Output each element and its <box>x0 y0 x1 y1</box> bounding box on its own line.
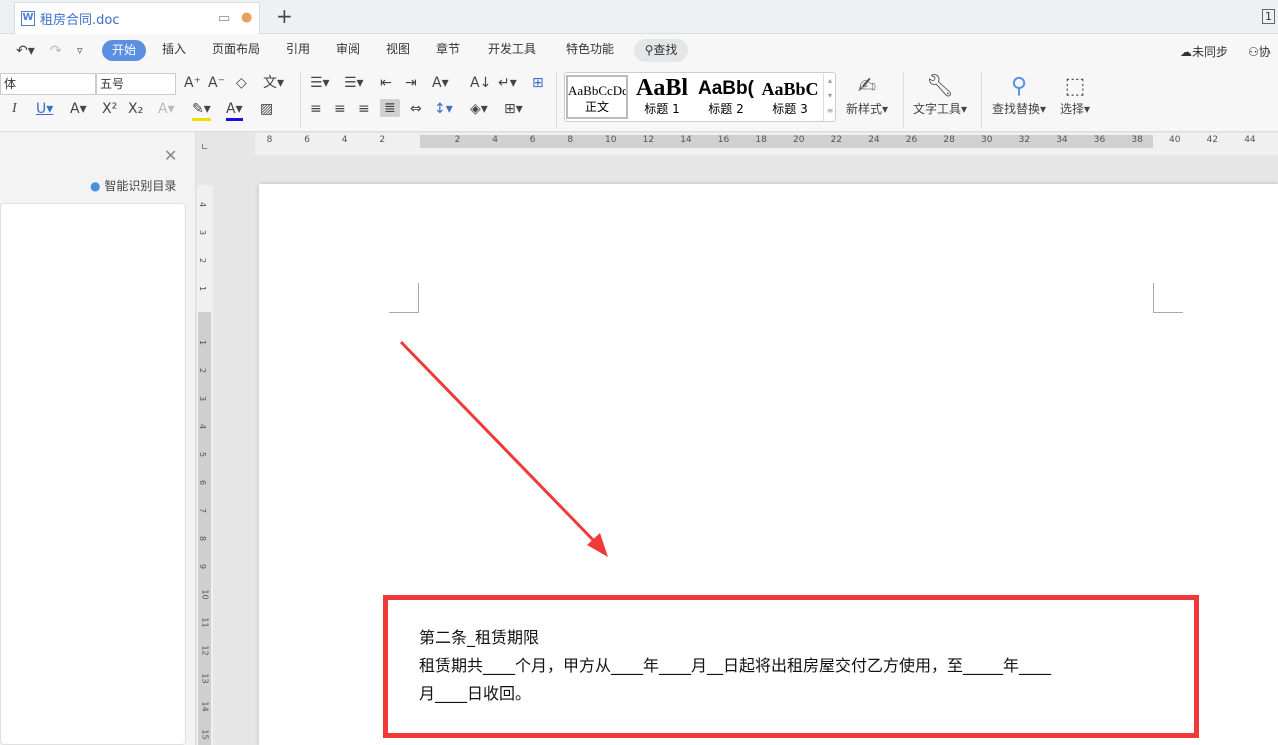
section-heading: 第二条_租赁期限 <box>419 628 540 647</box>
paragraph-line: 租赁期共____个月，甲方从____年____月__日起将出租房屋交付乙方使用，… <box>419 656 1052 675</box>
paragraph-line: 月____日收回。 <box>419 684 532 703</box>
